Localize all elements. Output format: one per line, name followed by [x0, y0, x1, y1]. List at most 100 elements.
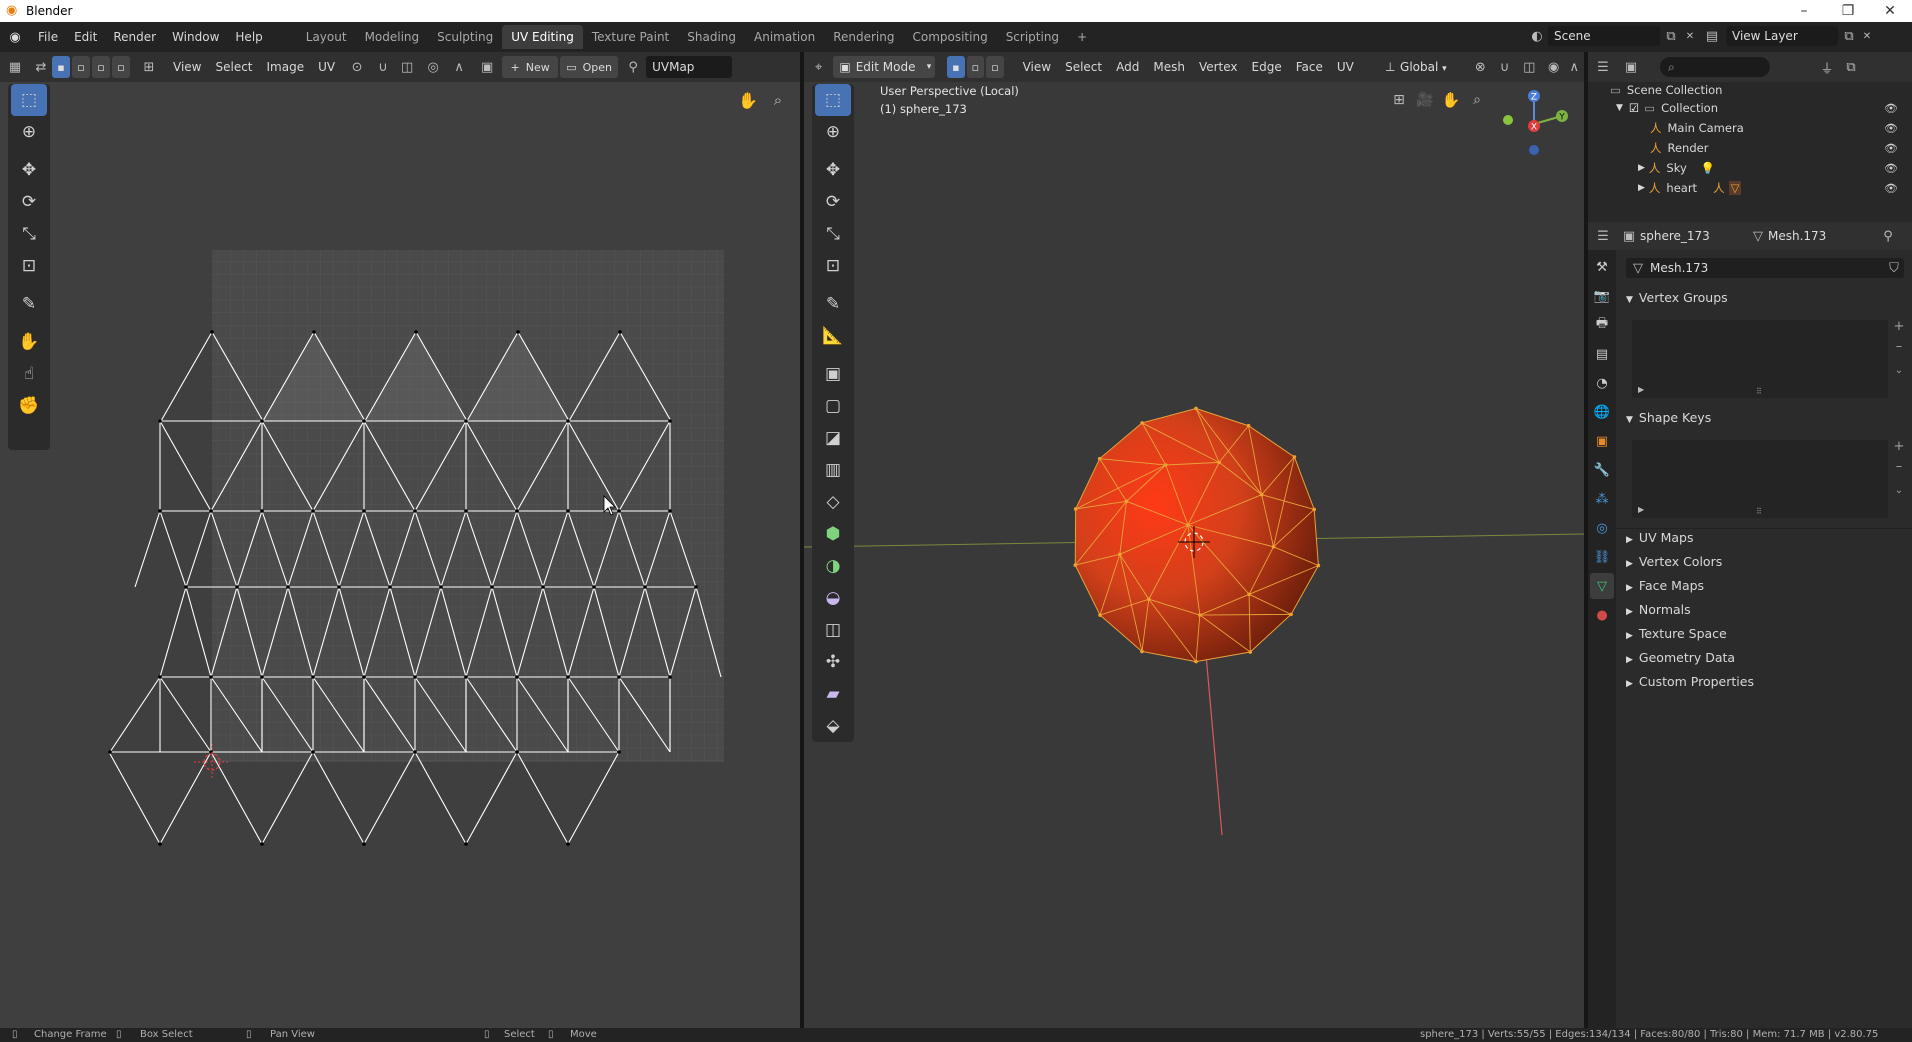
world-tab-icon[interactable]: 🌐 [1590, 399, 1614, 425]
scene-icon[interactable]: ◐ [1526, 29, 1548, 44]
tab-layout[interactable]: Layout [297, 25, 356, 49]
uv-menu-uv[interactable]: UV [311, 60, 342, 74]
vp-annotate-icon[interactable]: ✎ [815, 288, 851, 320]
vp-menu-view[interactable]: View [1016, 60, 1058, 74]
vp-proportional-icon[interactable]: ◉ [1543, 60, 1565, 75]
remove-vertex-group-button[interactable]: – [1890, 338, 1908, 356]
relax-tool-icon[interactable]: ☝ [11, 358, 47, 390]
vp-transform-icon[interactable]: ⊡ [815, 250, 851, 282]
menu-window[interactable]: Window [164, 22, 227, 52]
uv-grid-and-mesh[interactable] [0, 82, 800, 1028]
smooth-icon[interactable]: ◒ [815, 582, 851, 614]
vp-menu-mesh[interactable]: Mesh [1146, 60, 1192, 74]
object-tab-icon[interactable]: ▣ [1590, 428, 1614, 454]
knife-icon[interactable]: ◇ [815, 486, 851, 518]
eye-icon[interactable]: 👁 [1884, 182, 1898, 195]
vp-pan-icon[interactable]: ✋ [1438, 88, 1464, 112]
eye-icon[interactable]: 👁 [1884, 102, 1898, 115]
vp-cursor-icon[interactable]: ⊕ [815, 116, 851, 148]
vp-menu-uv[interactable]: UV [1330, 60, 1361, 74]
panel-custom-properties[interactable]: ▶ Custom Properties [1626, 674, 1754, 689]
vertex-select-mode-icon[interactable]: ▪ [52, 56, 70, 78]
sync-selection-icon[interactable]: ⇄ [30, 60, 52, 75]
tab-texture-paint[interactable]: Texture Paint [583, 25, 678, 49]
pin-properties-icon[interactable]: ⚲ [1878, 229, 1898, 244]
snap-icon[interactable]: ∪ [372, 60, 394, 75]
tab-modeling[interactable]: Modeling [356, 25, 429, 49]
outliner-item-heart[interactable]: ▶ ⼈ heart ⼈ ▽ 👁 [1638, 178, 1906, 198]
mesh-data-tab-icon[interactable]: ▽ [1590, 573, 1614, 599]
material-tab-icon[interactable]: ● [1590, 602, 1614, 628]
copy-view-layer-icon[interactable]: ⧉ [1838, 29, 1860, 44]
loop-cut-icon[interactable]: ▥ [815, 454, 851, 486]
collection-row[interactable]: ▼ ☑ ▭ Collection 👁 [1616, 98, 1906, 118]
render-tab-icon[interactable]: 📷 [1590, 283, 1614, 309]
outliner-item-sky[interactable]: ▶ ⼈ Sky 💡 👁 [1638, 158, 1906, 178]
vp-select-box-icon[interactable]: ⬚ [815, 84, 851, 116]
vertex-group-menu-button[interactable]: ⌄ [1890, 362, 1908, 380]
blender-menu-icon[interactable]: ◉ [0, 30, 30, 45]
shear-icon[interactable]: ▰ [815, 678, 851, 710]
shape-key-menu-button[interactable]: ⌄ [1890, 482, 1908, 500]
view-layer-icon[interactable]: ▤ [1698, 29, 1726, 44]
vertex-groups-list[interactable]: ▶ ⠿ [1632, 320, 1888, 398]
pinch-tool-icon[interactable]: ✊ [11, 390, 47, 422]
tab-scripting[interactable]: Scripting [997, 25, 1068, 49]
poly-build-icon[interactable]: ⬢ [815, 518, 851, 550]
face-select-icon[interactable]: ▫ [986, 56, 1004, 78]
outliner-item-main-camera[interactable]: ⼈ Main Camera 👁 [1650, 118, 1906, 138]
camera-view-icon[interactable]: 🎥 [1412, 88, 1438, 112]
restore-button[interactable]: ❐ [1826, 0, 1870, 22]
tool-tab-icon[interactable]: ⚒ [1590, 254, 1614, 280]
menu-edit[interactable]: Edit [66, 22, 105, 52]
sticky-selection-icon[interactable]: ⊞ [132, 60, 166, 75]
object-name[interactable]: sphere_173 [1640, 229, 1748, 243]
vp-snap-target-icon[interactable]: ◫ [1516, 60, 1543, 75]
scene-selector[interactable]: Scene [1548, 26, 1660, 46]
remove-view-layer-icon[interactable]: ✕ [1860, 31, 1874, 42]
scene-collection-row[interactable]: ▭ Scene Collection [1610, 80, 1722, 100]
edge-select-mode-icon[interactable]: ▫ [72, 56, 90, 78]
inset-icon[interactable]: ▢ [815, 390, 851, 422]
ortho-toggle-icon[interactable]: ⊞ [1386, 88, 1412, 112]
move-tool-icon[interactable]: ✥ [11, 154, 47, 186]
uv-menu-select[interactable]: Select [208, 60, 259, 74]
remove-shape-key-button[interactable]: – [1890, 458, 1908, 476]
falloff-icon[interactable]: ∧ [446, 60, 472, 75]
3d-viewport[interactable]: User Perspective (Local) (1) sphere_173 … [804, 82, 1584, 1028]
add-shape-key-button[interactable]: + [1890, 438, 1908, 456]
shape-keys-list[interactable]: ▶ ⠿ [1632, 440, 1888, 518]
add-workspace-button[interactable]: + [1068, 25, 1096, 49]
tab-sculpting[interactable]: Sculpting [428, 25, 502, 49]
edge-slide-icon[interactable]: ◫ [815, 614, 851, 646]
select-box-tool-icon[interactable]: ⬚ [11, 84, 47, 116]
panel-geometry-data[interactable]: ▶ Geometry Data [1626, 650, 1735, 665]
mesh-name[interactable]: Mesh.173 [1768, 229, 1878, 243]
properties-editor-icon[interactable]: ☰ [1588, 229, 1618, 244]
island-select-mode-icon[interactable]: ▫ [112, 56, 130, 78]
outliner-editor-icon[interactable]: ☰ [1588, 60, 1618, 75]
image-browse-icon[interactable]: ▣ [472, 60, 502, 75]
physics-tab-icon[interactable]: ◎ [1590, 515, 1614, 541]
vp-menu-face[interactable]: Face [1289, 60, 1330, 74]
uv-menu-image[interactable]: Image [260, 60, 312, 74]
editor-type-icon[interactable]: ▦ [0, 60, 30, 75]
panel-normals[interactable]: ▶ Normals [1626, 602, 1691, 617]
pin-icon[interactable]: ⚲ [620, 60, 646, 75]
copy-scene-icon[interactable]: ⧉ [1660, 29, 1682, 44]
modifier-tab-icon[interactable]: 🔧 [1590, 457, 1614, 483]
menu-help[interactable]: Help [227, 22, 270, 52]
grab-tool-icon[interactable]: ✋ [11, 326, 47, 358]
rotate-tool-icon[interactable]: ⟳ [11, 186, 47, 218]
vp-move-icon[interactable]: ✥ [815, 154, 851, 186]
orientation-selector[interactable]: Global ▾ [1400, 60, 1467, 74]
spin-icon[interactable]: ◑ [815, 550, 851, 582]
menu-render[interactable]: Render [105, 22, 164, 52]
remove-scene-icon[interactable]: ✕ [1682, 31, 1698, 42]
vp-zoom-icon[interactable]: ⌕ [1464, 88, 1490, 112]
close-button[interactable]: ✕ [1868, 0, 1912, 22]
vp-rotate-icon[interactable]: ⟳ [815, 186, 851, 218]
new-collection-icon[interactable]: ⧉ [1840, 60, 1862, 75]
tab-shading[interactable]: Shading [678, 25, 745, 49]
cursor-tool-icon[interactable]: ⊕ [11, 116, 47, 148]
